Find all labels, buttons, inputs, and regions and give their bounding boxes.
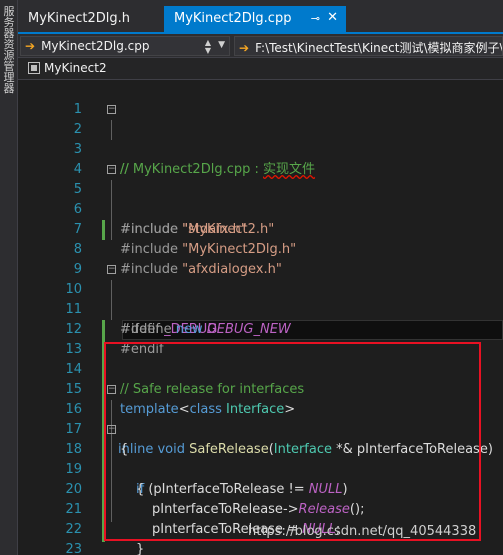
code-line: 3 // (73, 142, 129, 177)
updown-icon[interactable]: ▲ ▼ (205, 39, 211, 55)
code-line: 7 #include "MyKinect2Dlg.h" (73, 222, 297, 257)
project-icon (28, 62, 40, 74)
collapse-icon[interactable]: − (107, 265, 116, 274)
tab-mykinect2dlg-h[interactable]: MyKinect2Dlg.h (18, 6, 164, 32)
code-line: 11 #define new DEBUG_NEW (65, 302, 291, 337)
collapse-icon[interactable]: − (107, 165, 116, 174)
code-line: 5 − #include "stdafx.h" (73, 164, 247, 238)
code-line: 13 (65, 342, 82, 357)
path-combo-label: F:\Test\KinectTest\Kinect测试\模拟商家例子\ (255, 41, 503, 55)
code-line: 10 − #ifdef _DEBUG (65, 264, 218, 338)
tab-label: MyKinect2Dlg.cpp (174, 11, 292, 26)
navigation-bar: ➔ MyKinect2Dlg.cpp ▲ ▼ ▼ ➔ F:\Test\KinectTe… (18, 34, 503, 58)
code-line: 6 #include "MyKinect2.h" (73, 202, 275, 237)
code-line: 24 (18, 540, 503, 555)
close-icon[interactable]: ✕ (327, 10, 338, 25)
pin-icon[interactable]: ⊸ (311, 12, 320, 25)
file-scope-combo[interactable]: ➔ MyKinect2Dlg.cpp ▲ ▼ ▼ (20, 36, 230, 56)
code-line: 2 − // MyKinect2Dlg.cpp : 实现文件 (73, 104, 316, 178)
code-line: 9 (73, 262, 82, 277)
server-explorer-tab[interactable]: 服务器资源管理器 (1, 4, 17, 96)
code-line: 1 (73, 102, 82, 117)
collapse-icon[interactable]: − (107, 105, 116, 114)
scope-label: MyKinect2 (44, 61, 107, 75)
code-line: 12 #endif (65, 322, 164, 357)
document-tab-bar: MyKinect2Dlg.h MyKinect2Dlg.cpp ⊸ ✕ (18, 0, 503, 34)
watermark: https://blog.csdn.net/qq_40544338 (248, 524, 477, 539)
file-combo-label: MyKinect2Dlg.cpp (41, 39, 150, 53)
chevron-down-icon[interactable]: ▼ (218, 40, 225, 50)
tab-mykinect2dlg-cpp[interactable]: MyKinect2Dlg.cpp ⊸ ✕ (164, 6, 346, 32)
red-annotation-box (104, 342, 481, 541)
tab-label: MyKinect2Dlg.h (28, 11, 131, 26)
code-line: 8 #include "afxdialogex.h" (73, 242, 282, 277)
code-line: 4 (73, 162, 82, 177)
scope-bar[interactable]: MyKinect2 (18, 58, 503, 80)
path-combo[interactable]: ➔ F:\Test\KinectTest\Kinect测试\模拟商家例子\ (234, 36, 503, 56)
server-explorer-strip: 服务器资源管理器 (0, 0, 18, 555)
arrow-right-icon: ➔ (25, 39, 36, 53)
arrow-right-icon: ➔ (239, 41, 250, 55)
